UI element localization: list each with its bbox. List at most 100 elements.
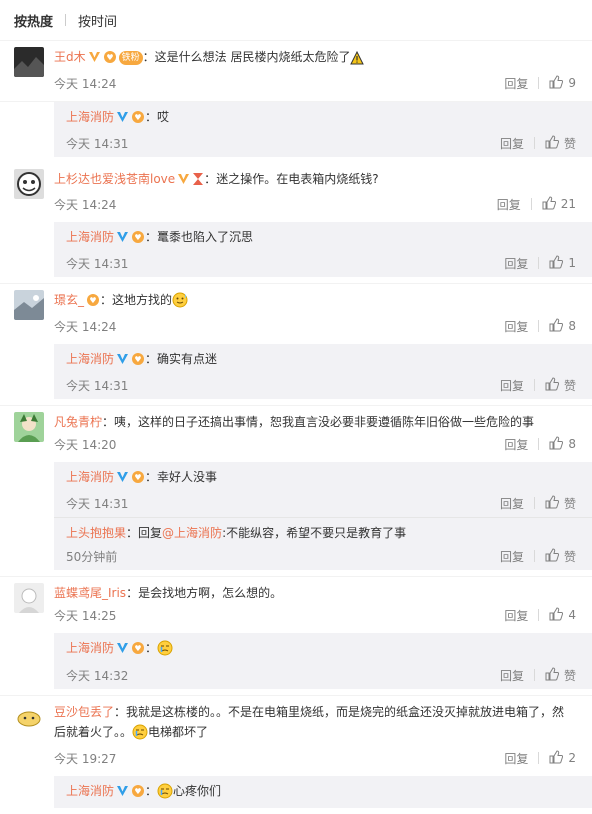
comment-username[interactable]: 蓝蝶鸢尾_Iris — [54, 586, 126, 600]
like-button[interactable]: 1 — [549, 254, 576, 272]
fan-level-icon: ♥ — [131, 640, 145, 662]
fan-level-icon: ♥ — [131, 469, 145, 491]
fan-level-icon: ♥ — [86, 293, 100, 313]
like-count: 21 — [560, 197, 576, 211]
reply-button[interactable]: 回复 — [504, 318, 528, 335]
avatar[interactable] — [14, 702, 44, 732]
like-button[interactable]: 9 — [549, 74, 576, 92]
like-button[interactable]: 8 — [549, 317, 576, 335]
comment-text: 迷之操作。在电表箱内烧纸钱? — [216, 172, 379, 186]
like-button[interactable]: 8 — [549, 435, 576, 453]
reply-username[interactable]: 上海消防 — [66, 110, 114, 124]
svg-text:♥: ♥ — [134, 644, 141, 653]
tab-divider — [65, 14, 67, 26]
reply-box: 上海消防 ♥： 今天 14:32 回复赞 — [54, 633, 592, 689]
like-button[interactable]: 21 — [542, 195, 576, 213]
reply-container: 上海消防 ♥ ：哎 今天 14:31 回复赞 — [0, 102, 592, 157]
reply-button[interactable]: 回复 — [500, 135, 524, 152]
like-button[interactable]: 2 — [549, 749, 576, 767]
mention-link[interactable]: @上海消防 — [162, 526, 222, 540]
reply-item: 上海消防 ♥：心疼你们 — [54, 776, 592, 808]
reply-button[interactable]: 回复 — [504, 75, 528, 92]
svg-text:♥: ♥ — [134, 473, 141, 482]
comment-time: 今天 19:27 — [54, 751, 117, 766]
svg-text:♥: ♥ — [134, 233, 141, 242]
avatar[interactable] — [14, 583, 44, 613]
svg-text:♥: ♥ — [106, 53, 113, 62]
thumbs-up-icon — [545, 494, 560, 512]
like-button[interactable]: 赞 — [545, 494, 576, 512]
comment-username[interactable]: 璟玄_ — [54, 293, 84, 307]
reply-username[interactable]: 上海消防 — [66, 784, 114, 798]
blue-v-icon — [116, 639, 129, 661]
blue-v-icon — [116, 108, 129, 130]
fan-badge: 铁粉 — [118, 51, 143, 65]
svg-text:♥: ♥ — [134, 787, 141, 796]
comment-username[interactable]: 豆沙包丢了 — [54, 705, 114, 719]
reply-box: 上海消防 ♥ ：哎 今天 14:31 回复赞 — [54, 102, 592, 157]
reply-time: 今天 14:31 — [66, 256, 129, 271]
comment-username[interactable]: 王d木 — [54, 50, 86, 64]
like-button[interactable]: 赞 — [545, 134, 576, 152]
blue-v-icon — [116, 350, 129, 372]
reply-item: 上海消防 ♥ ：幸好人没事 今天 14:31 回复赞 — [54, 462, 592, 518]
avatar[interactable] — [14, 169, 44, 199]
reply-button[interactable]: 回复 — [504, 750, 528, 767]
tab-by-hot[interactable]: 按热度 — [14, 11, 53, 30]
like-count: 2 — [568, 751, 576, 765]
reply-button[interactable]: 回复 — [500, 377, 524, 394]
reply-username[interactable]: 上海消防 — [66, 641, 114, 655]
like-button[interactable]: 赞 — [545, 666, 576, 684]
reply-username[interactable]: 上海消防 — [66, 470, 114, 484]
avatar[interactable] — [14, 47, 44, 77]
avatar[interactable] — [14, 412, 44, 442]
reply-item: 上海消防 ♥ ：哎 今天 14:31 回复赞 — [66, 108, 576, 152]
like-count: 9 — [568, 76, 576, 90]
thumbs-up-icon — [549, 254, 564, 272]
sort-tabs: 按热度 按时间 — [0, 0, 592, 41]
like-button[interactable]: 赞 — [545, 376, 576, 394]
reply-text: 心疼你们 — [173, 784, 222, 798]
reply-username[interactable]: 上头抱抱果 — [66, 526, 126, 540]
reply-button[interactable]: 回复 — [504, 255, 528, 272]
like-button[interactable]: 赞 — [545, 547, 576, 565]
reply-username[interactable]: 上海消防 — [66, 230, 114, 244]
reply-text: :不能纵容，希望不要只是教育了事 — [222, 526, 407, 540]
vip-v-icon — [177, 171, 190, 191]
fan-level-icon: ♥ — [103, 50, 117, 70]
thumbs-up-icon — [545, 376, 560, 394]
reply-item: 上头抱抱果：回复@上海消防:不能纵容，希望不要只是教育了事 50分钟前 回复赞 — [66, 526, 576, 565]
like-button[interactable]: 4 — [549, 606, 576, 624]
blue-v-icon — [116, 782, 129, 804]
thumbs-up-icon — [545, 666, 560, 684]
reply-text: 鼍黍也陷入了沉思 — [157, 230, 254, 244]
reply-time: 今天 14:31 — [66, 136, 129, 151]
thumbs-up-icon — [545, 134, 560, 152]
avatar[interactable] — [14, 290, 44, 320]
like-count: 1 — [568, 256, 576, 270]
reply-box: 上海消防 ♥ ：鼍黍也陷入了沉思 今天 14:31 回复 1 — [54, 222, 592, 277]
reply-time: 50分钟前 — [66, 549, 118, 564]
comment-time: 今天 14:24 — [54, 197, 117, 212]
reply-username[interactable]: 上海消防 — [66, 352, 114, 366]
like-count: 8 — [568, 319, 576, 333]
reply-text: 确实有点迷 — [157, 352, 218, 366]
reply-item: 上海消防 ♥ ：鼍黍也陷入了沉思 今天 14:31 回复 1 — [66, 230, 576, 272]
like-count: 赞 — [563, 136, 576, 151]
reply-button[interactable]: 回复 — [504, 436, 528, 453]
comment-item: 上杉达也爱浅苍南love ：迷之操作。在电表箱内烧纸钱? 今天 14:24 回复 2… — [0, 163, 592, 284]
tab-by-time[interactable]: 按时间 — [78, 11, 117, 30]
comment-username[interactable]: 凡兔青柠 — [54, 415, 102, 429]
comment-username[interactable]: 上杉达也爱浅苍南love — [54, 172, 175, 186]
reply-button[interactable]: 回复 — [504, 607, 528, 624]
reply-button[interactable]: 回复 — [500, 667, 524, 684]
comment-item: 璟玄_ ♥ ：这地方找的 今天 14:24 回复 8 上海消防 ♥ ：确实有点迷 今天 1… — [0, 284, 592, 406]
fan-level-icon: ♥ — [131, 783, 145, 805]
crying-emoji-icon — [132, 724, 148, 746]
reply-button[interactable]: 回复 — [497, 196, 521, 213]
reply-item: 上海消防 ♥ ：确实有点迷 今天 14:31 回复赞 — [66, 350, 576, 394]
reply-button[interactable]: 回复 — [500, 495, 524, 512]
comment-item: 豆沙包丢了：我就是这栋楼的。。不是在电箱里烧纸，而是烧完的纸盒还没灭掉就放进电箱… — [0, 696, 592, 814]
comment-text: 咦，这样的日子还搞出事情，恕我直言没必要非要遵循陈年旧俗做一些危险的事 — [114, 415, 535, 429]
reply-button[interactable]: 回复 — [500, 548, 524, 565]
